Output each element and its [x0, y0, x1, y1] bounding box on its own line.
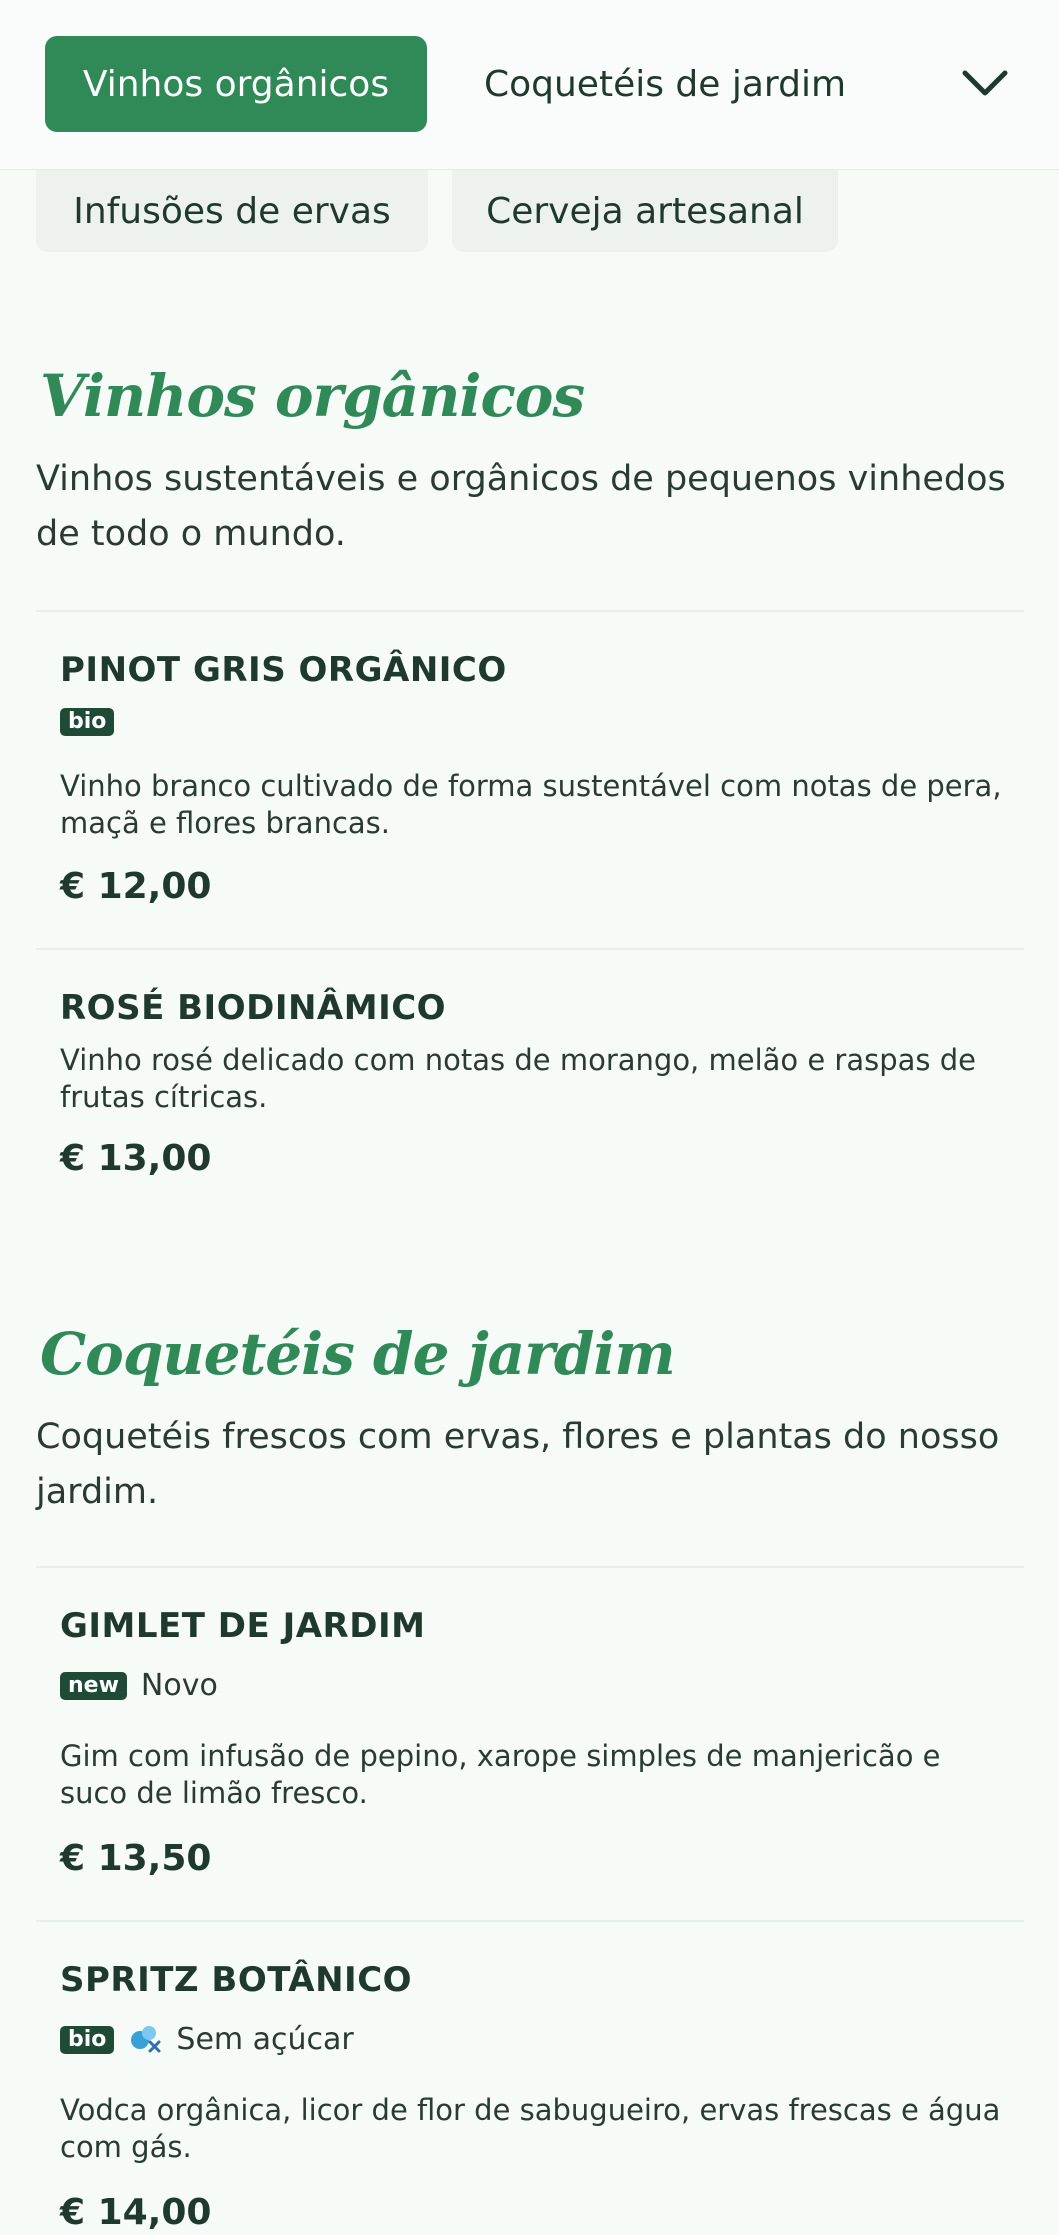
menu-page: Vinhos orgânicos Coquetéis de jardim Inf…: [0, 0, 1059, 2235]
tab-cerveja-artesanal[interactable]: Cerveja artesanal: [452, 170, 838, 252]
section-description: Coquetéis frescos com ervas, flores e pl…: [36, 1417, 1000, 1512]
item-price: € 13,50: [60, 1838, 212, 1879]
item-badges: bio Sem açúcar: [60, 2022, 354, 2057]
item-price: € 14,00: [60, 2192, 212, 2233]
category-nav-expanded: Infusões de ervas Cerveja artesanal: [0, 170, 1059, 256]
sugar-free-icon: [128, 2023, 162, 2057]
badge-label: Sem açúcar: [176, 2022, 354, 2057]
divider: [36, 948, 1024, 950]
item-name: PINOT GRIS ORGÂNICO: [60, 650, 507, 690]
section-description: Vinhos sustentáveis e orgânicos de peque…: [36, 459, 1006, 554]
item-description: Gim com infusão de pepino, xarope simple…: [60, 1739, 941, 1810]
item-name: ROSÉ BIODINÂMICO: [60, 988, 447, 1028]
section-title: Coquetéis de jardim: [40, 1320, 676, 1388]
tab-coqueteis-de-jardim[interactable]: Coquetéis de jardim: [470, 36, 860, 132]
item-name: SPRITZ BOTÂNICO: [60, 1960, 413, 2000]
item-description: Vinho rosé delicado com notas de morango…: [60, 1043, 976, 1114]
badge-label: Novo: [140, 1668, 218, 1703]
bio-tag: bio: [60, 708, 115, 736]
bio-tag: bio: [60, 2025, 115, 2054]
category-nav: Vinhos orgânicos Coquetéis de jardim: [0, 0, 1059, 170]
new-tag: new: [60, 1671, 127, 1700]
tab-infusoes-de-ervas[interactable]: Infusões de ervas: [36, 170, 428, 252]
item-badges: bio: [60, 708, 115, 736]
divider: [36, 1920, 1024, 1922]
tab-vinhos-organicos[interactable]: Vinhos orgânicos: [45, 36, 427, 132]
item-name: GIMLET DE JARDIM: [60, 1606, 426, 1646]
item-price: € 13,00: [60, 1138, 212, 1179]
section-title: Vinhos orgânicos: [40, 362, 585, 430]
item-badges: new Novo: [60, 1668, 218, 1703]
item-description: Vodca orgânica, licor de flor de sabugue…: [60, 2093, 1001, 2164]
chevron-down-icon[interactable]: [959, 58, 1011, 110]
item-price: € 12,00: [60, 866, 212, 907]
divider: [36, 610, 1024, 612]
divider: [36, 1566, 1024, 1568]
item-description: Vinho branco cultivado de forma sustentá…: [60, 769, 1002, 840]
